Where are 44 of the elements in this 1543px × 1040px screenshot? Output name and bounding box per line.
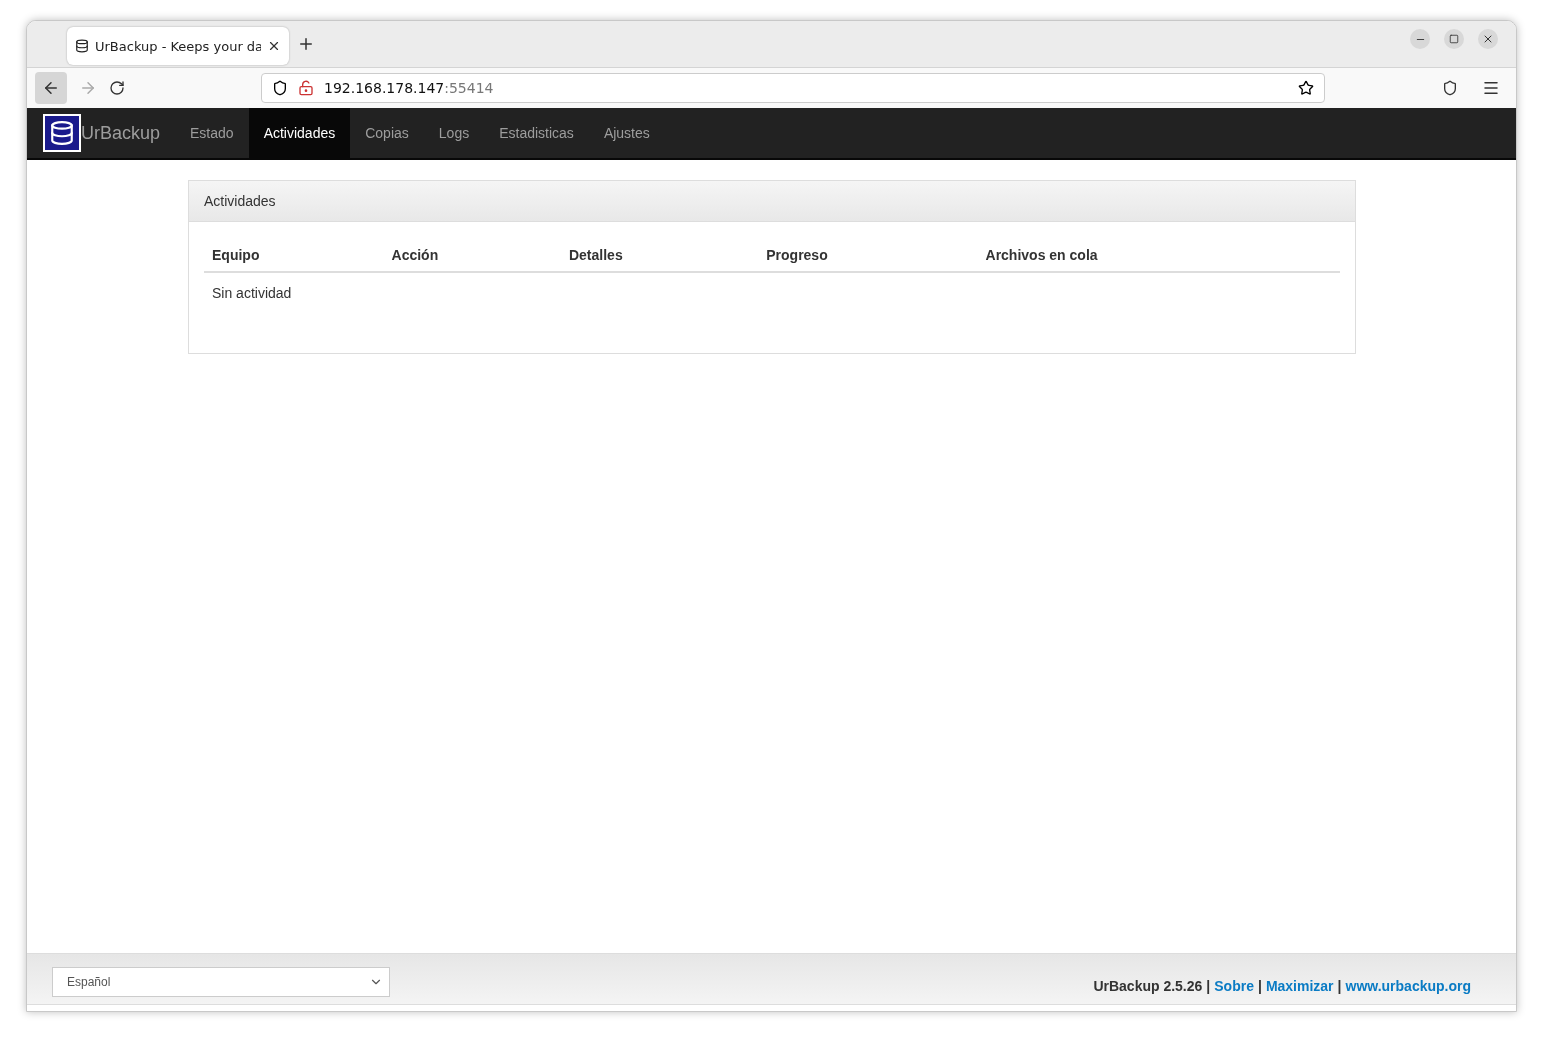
menu-button[interactable] bbox=[1482, 79, 1500, 97]
column-header: Detalles bbox=[560, 237, 759, 272]
column-header: Progreso bbox=[758, 237, 978, 272]
nav-tab[interactable]: Copias bbox=[350, 108, 424, 158]
shield-icon bbox=[272, 80, 288, 96]
close-tab-button[interactable] bbox=[267, 39, 281, 53]
nav-tab[interactable]: Ajustes bbox=[588, 108, 665, 158]
language-select[interactable]: Español bbox=[52, 967, 390, 997]
column-header: Archivos en cola bbox=[977, 237, 1340, 272]
url-text: 192.168.178.147:55414 bbox=[324, 80, 494, 96]
back-button[interactable] bbox=[35, 72, 67, 104]
footer-link[interactable]: Sobre bbox=[1214, 978, 1254, 994]
database-icon bbox=[49, 120, 75, 146]
forward-arrow-icon bbox=[79, 79, 97, 97]
language-value: Español bbox=[67, 975, 111, 989]
separator: | bbox=[1257, 978, 1262, 994]
empty-message: Sin actividad bbox=[204, 272, 1340, 313]
plus-icon bbox=[297, 35, 315, 53]
close-icon bbox=[1482, 33, 1494, 45]
new-tab-button[interactable] bbox=[297, 35, 315, 53]
bookmark-star-icon[interactable] bbox=[1298, 80, 1314, 96]
close-button[interactable] bbox=[1478, 29, 1498, 49]
nav-tab[interactable]: Actividades bbox=[248, 108, 351, 158]
reload-icon bbox=[109, 80, 125, 96]
footer-link[interactable]: Maximizar bbox=[1265, 978, 1334, 994]
nav-tab[interactable]: Estadisticas bbox=[484, 108, 589, 158]
brand-link[interactable]: UrBackup bbox=[81, 122, 161, 144]
nav-tab[interactable]: Logs bbox=[423, 108, 485, 158]
nav-tab[interactable]: Estado bbox=[175, 108, 249, 158]
column-header: Acción bbox=[383, 237, 561, 272]
separator: | bbox=[1337, 978, 1342, 994]
menu-icon bbox=[1482, 79, 1500, 97]
maximize-button[interactable] bbox=[1444, 29, 1464, 49]
column-header: Equipo bbox=[204, 237, 384, 272]
maximize-icon bbox=[1449, 34, 1459, 44]
version-text: UrBackup 2.5.26 bbox=[1093, 978, 1203, 994]
reload-button[interactable] bbox=[109, 80, 125, 96]
separator: | bbox=[1206, 978, 1211, 994]
address-bar[interactable]: 192.168.178.147:55414 bbox=[261, 73, 1325, 103]
lock-icon bbox=[298, 80, 314, 96]
close-icon bbox=[267, 39, 281, 53]
footer-link[interactable]: www.urbackup.org bbox=[1345, 978, 1471, 994]
database-icon bbox=[75, 39, 89, 53]
panel-title: Actividades bbox=[189, 181, 1355, 222]
